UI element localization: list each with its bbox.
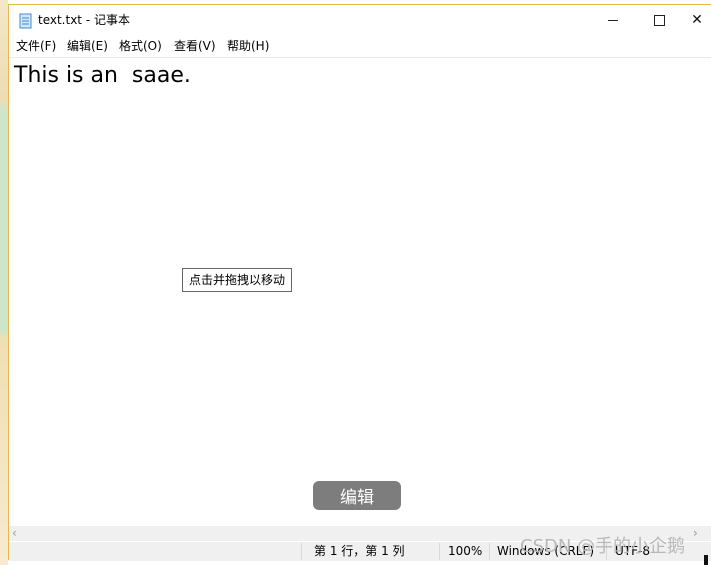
close-icon: ✕: [691, 12, 703, 28]
menu-edit[interactable]: 编辑(E): [67, 38, 108, 54]
text-editor-area[interactable]: This is an saae. 点击并拖拽以移动 编辑: [9, 57, 711, 528]
scroll-left-icon[interactable]: ‹: [12, 527, 22, 539]
maximize-icon: [653, 14, 665, 26]
menu-bar: 文件(F) 编辑(E) 格式(O) 查看(V) 帮助(H): [9, 36, 711, 56]
status-separator: [489, 543, 490, 560]
status-separator: [439, 543, 440, 560]
corner-mark: [704, 555, 708, 565]
minimize-icon: [608, 19, 618, 21]
minimize-button[interactable]: [590, 5, 636, 35]
notepad-icon: [19, 13, 32, 29]
drag-tooltip: 点击并拖拽以移动: [182, 268, 292, 292]
menu-file[interactable]: 文件(F): [16, 38, 56, 54]
maximize-button[interactable]: [636, 5, 682, 35]
status-separator: [301, 543, 302, 560]
title-bar[interactable]: text.txt - 记事本 ✕: [9, 5, 711, 35]
menu-format[interactable]: 格式(O): [119, 38, 162, 54]
editor-text[interactable]: This is an saae.: [14, 63, 191, 89]
background-strip: [0, 0, 8, 565]
edit-button[interactable]: 编辑: [313, 481, 401, 510]
menu-view[interactable]: 查看(V): [174, 38, 216, 54]
scroll-right-icon[interactable]: ›: [693, 527, 703, 539]
notepad-window: text.txt - 记事本 ✕ 文件(F) 编辑(E) 格式(O) 查看(V)…: [8, 4, 711, 561]
window-title: text.txt - 记事本: [38, 13, 130, 27]
close-button[interactable]: ✕: [682, 5, 711, 35]
zoom-level: 100%: [448, 544, 483, 558]
cursor-position: 第 1 行，第 1 列: [314, 544, 405, 558]
menu-help[interactable]: 帮助(H): [227, 38, 269, 54]
watermark: CSDN @手的小企鹅: [520, 536, 686, 557]
